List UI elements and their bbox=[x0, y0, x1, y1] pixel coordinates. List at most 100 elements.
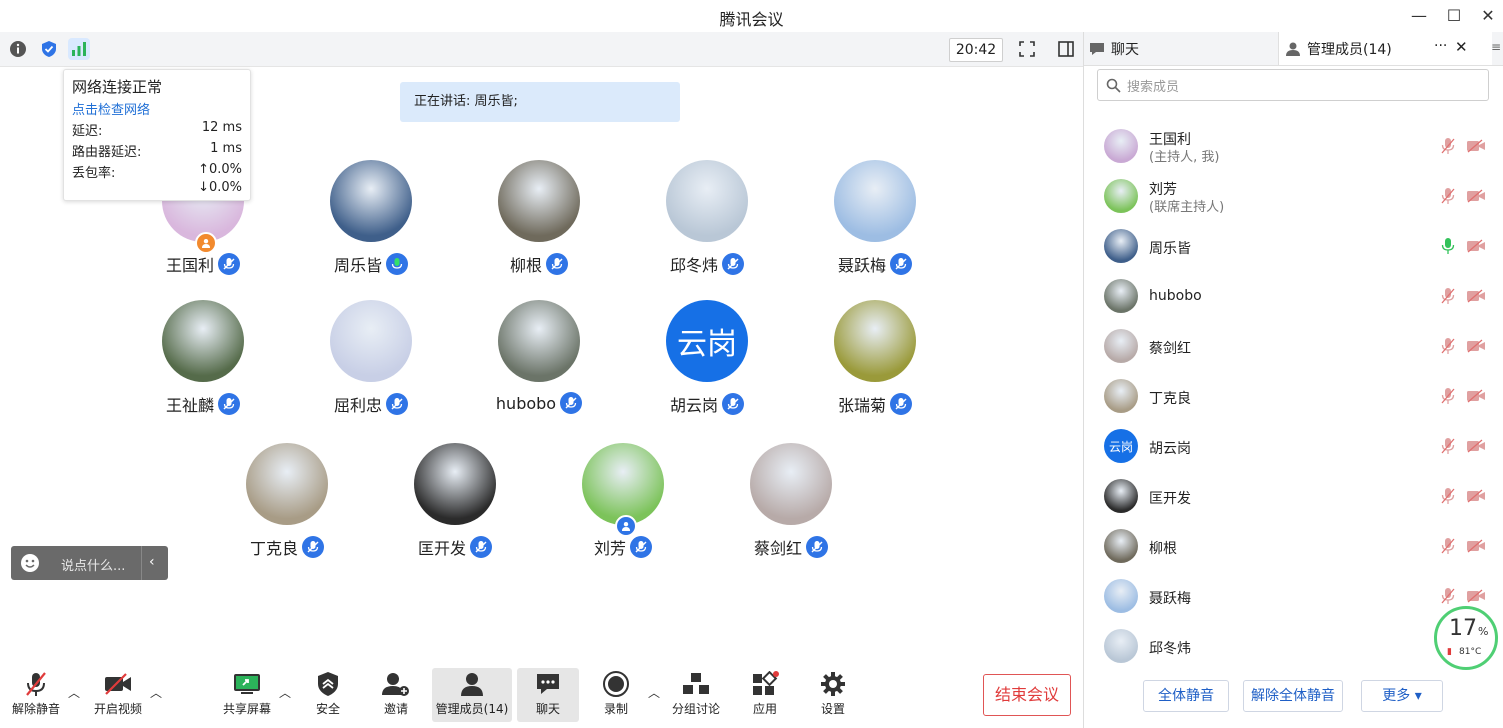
unmute-label: 解除静音 bbox=[11, 702, 60, 716]
more-actions-button[interactable]: 更多 ▾ bbox=[1361, 680, 1443, 712]
camera-off-icon[interactable] bbox=[1466, 588, 1486, 607]
security-button[interactable]: 安全 bbox=[292, 668, 364, 722]
emoji-icon[interactable] bbox=[20, 553, 40, 577]
mic-muted-icon bbox=[218, 253, 240, 275]
participant-avatar bbox=[750, 443, 832, 525]
participant-tile[interactable]: 聂跃梅 bbox=[795, 160, 955, 290]
chat-button[interactable]: 聊天 bbox=[517, 668, 579, 722]
participant-avatar bbox=[834, 300, 916, 382]
participant-tile[interactable]: hubobo bbox=[459, 300, 619, 430]
participant-tile[interactable]: 刘芳 bbox=[543, 443, 703, 573]
member-search-input[interactable]: 搜索成员 bbox=[1097, 69, 1489, 101]
participant-tile[interactable]: 屈利忠 bbox=[291, 300, 451, 430]
mic-muted-icon[interactable] bbox=[1440, 387, 1456, 409]
participant-tile[interactable]: 丁克良 bbox=[207, 443, 367, 573]
mic-muted-icon[interactable] bbox=[1440, 187, 1456, 209]
mic-muted-icon bbox=[302, 536, 324, 558]
participant-avatar bbox=[666, 160, 748, 242]
mic-muted-icon[interactable] bbox=[1440, 337, 1456, 359]
participant-name: 王祉麟 bbox=[165, 396, 214, 415]
mic-muted-icon bbox=[0, 668, 72, 700]
audio-options-caret[interactable]: ︿ bbox=[68, 684, 80, 701]
settings-button[interactable]: 设置 bbox=[797, 668, 869, 722]
participant-tile[interactable]: 王祉麟 bbox=[123, 300, 283, 430]
record-options-caret[interactable]: ︿ bbox=[648, 684, 660, 701]
member-row[interactable]: 匡开发 bbox=[1084, 472, 1486, 522]
unmute-button[interactable]: 解除静音 bbox=[0, 668, 72, 722]
member-name: hubobo bbox=[1149, 288, 1202, 304]
member-row[interactable]: 周乐皆 bbox=[1084, 222, 1486, 272]
record-label: 录制 bbox=[603, 702, 628, 716]
participant-name-row: 胡云岗 bbox=[627, 392, 787, 416]
record-button[interactable]: 录制 bbox=[580, 668, 652, 722]
quick-chat-box[interactable]: 说点什么... ‹ bbox=[11, 546, 168, 580]
member-avatar bbox=[1104, 379, 1138, 413]
share-screen-button[interactable]: 共享屏幕 bbox=[211, 668, 283, 722]
end-meeting-button[interactable]: 结束会议 bbox=[983, 674, 1071, 716]
minimize-button[interactable]: — bbox=[1405, 4, 1433, 28]
participant-tile[interactable]: 匡开发 bbox=[375, 443, 535, 573]
info-icon[interactable] bbox=[7, 38, 29, 60]
panel-menu-icon[interactable]: ≡ bbox=[1491, 40, 1501, 54]
mic-on-icon[interactable] bbox=[1440, 237, 1456, 259]
camera-off-icon[interactable] bbox=[1466, 538, 1486, 557]
member-row[interactable]: 云岗 胡云岗 bbox=[1084, 422, 1486, 472]
signal-icon[interactable] bbox=[68, 38, 90, 60]
apps-button[interactable]: 应用 bbox=[729, 668, 801, 722]
camera-off-icon[interactable] bbox=[1466, 438, 1486, 457]
unmute-all-button[interactable]: 解除全体静音 bbox=[1243, 680, 1343, 712]
panel-close-icon[interactable]: ✕ bbox=[1455, 38, 1468, 56]
cpu-usage-widget[interactable]: 17 % ▮ 81°C bbox=[1434, 606, 1498, 670]
camera-off-icon[interactable] bbox=[1466, 338, 1486, 357]
participant-tile[interactable]: 柳根 bbox=[459, 160, 619, 290]
video-options-caret[interactable]: ︿ bbox=[150, 684, 162, 701]
member-row[interactable]: 聂跃梅 bbox=[1084, 572, 1486, 622]
camera-off-icon[interactable] bbox=[1466, 288, 1486, 307]
member-row[interactable]: 丁克良 bbox=[1084, 372, 1486, 422]
close-window-button[interactable]: ✕ bbox=[1474, 4, 1502, 28]
member-row[interactable]: 刘芳 (联席主持人) bbox=[1084, 172, 1486, 222]
participant-tile[interactable]: 蔡剑红 bbox=[711, 443, 871, 573]
tab-chat-label: 聊天 bbox=[1111, 41, 1139, 58]
member-row[interactable]: 邱冬炜 bbox=[1084, 622, 1485, 672]
participant-tile[interactable]: 邱冬炜 bbox=[627, 160, 787, 290]
camera-off-icon[interactable] bbox=[1466, 388, 1486, 407]
mic-muted-icon[interactable] bbox=[1440, 487, 1456, 509]
camera-off-icon[interactable] bbox=[1466, 188, 1486, 207]
member-row[interactable]: 王国利 (主持人, 我) bbox=[1084, 122, 1486, 172]
collapse-chevron-icon[interactable]: ‹ bbox=[149, 554, 155, 570]
invite-button[interactable]: 邀请 bbox=[360, 668, 432, 722]
member-row[interactable]: 蔡剑红 bbox=[1084, 322, 1486, 372]
start-video-button[interactable]: 开启视频 bbox=[82, 668, 154, 722]
tab-chat[interactable]: 聊天 bbox=[1089, 32, 1277, 65]
panel-more-icon[interactable]: ··· bbox=[1434, 38, 1447, 54]
cpu-unit: % bbox=[1478, 625, 1489, 638]
mic-muted-icon[interactable] bbox=[1440, 437, 1456, 459]
member-avatar bbox=[1104, 479, 1138, 513]
mic-muted-icon[interactable] bbox=[1440, 587, 1456, 609]
mic-muted-icon bbox=[546, 253, 568, 275]
mic-muted-icon[interactable] bbox=[1440, 137, 1456, 159]
chat-placeholder[interactable]: 说点什么... bbox=[61, 555, 125, 574]
breakout-rooms-button[interactable]: 分组讨论 bbox=[660, 668, 732, 722]
shield-icon[interactable] bbox=[38, 38, 60, 60]
mute-all-button[interactable]: 全体静音 bbox=[1143, 680, 1229, 712]
participant-tile[interactable]: 周乐皆 bbox=[291, 160, 451, 290]
mic-muted-icon[interactable] bbox=[1440, 287, 1456, 309]
camera-off-icon[interactable] bbox=[1466, 488, 1486, 507]
member-row[interactable]: hubobo bbox=[1084, 272, 1486, 322]
breakout-rooms-label: 分组讨论 bbox=[671, 702, 720, 716]
camera-off-icon[interactable] bbox=[1466, 238, 1486, 257]
check-network-link[interactable]: 点击检查网络 bbox=[72, 99, 150, 118]
manage-members-button[interactable]: 管理成员(14) bbox=[432, 668, 512, 722]
maximize-button[interactable]: ☐ bbox=[1440, 4, 1468, 28]
member-row[interactable]: 柳根 bbox=[1084, 522, 1486, 572]
fullscreen-icon[interactable] bbox=[1016, 38, 1038, 60]
participant-tile[interactable]: 张瑞菊 bbox=[795, 300, 955, 430]
participant-tile[interactable]: 云岗 胡云岗 bbox=[627, 300, 787, 430]
sidebar-toggle-icon[interactable] bbox=[1055, 38, 1077, 60]
share-options-caret[interactable]: ︿ bbox=[279, 684, 291, 701]
camera-off-icon[interactable] bbox=[1466, 138, 1486, 157]
mic-muted-icon[interactable] bbox=[1440, 537, 1456, 559]
member-avatar bbox=[1104, 579, 1138, 613]
